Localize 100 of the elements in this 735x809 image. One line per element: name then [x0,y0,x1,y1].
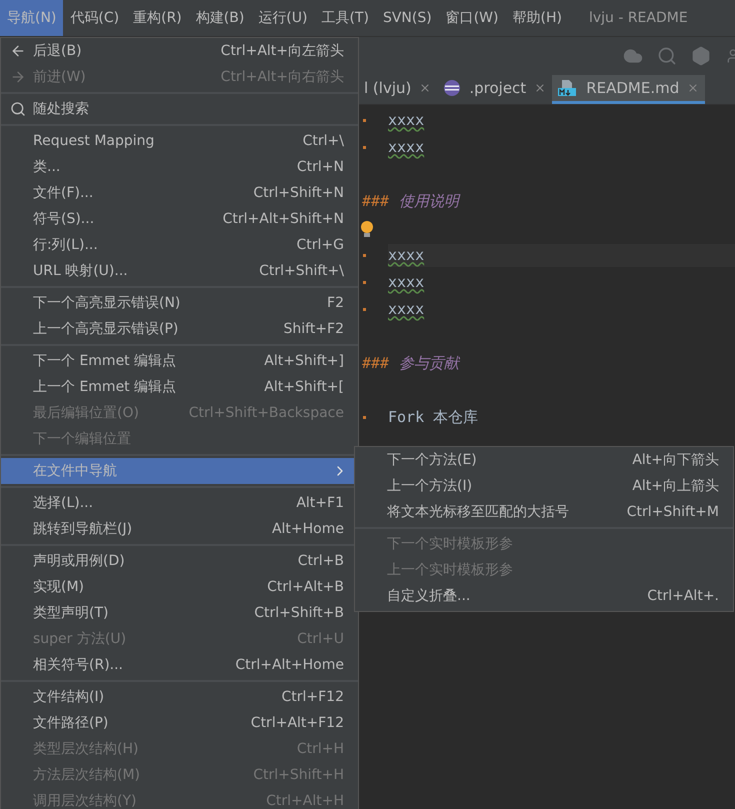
window-title: lvju - README [588,8,688,28]
list-item-text: xxxx [388,110,426,132]
menu-item[interactable]: 类... Ctrl+N [1,154,358,180]
menu-item-label: URL 映射(U)... [33,262,128,280]
menu-item[interactable]: 上一个高亮显示错误(P) Shift+F2 [1,316,358,342]
list-item-text: Fork 本仓库 [388,407,480,428]
shortcut-label: Ctrl+Shift+H [253,766,344,784]
menu-item[interactable]: 下一个方法(E) Alt+向下箭头 [355,447,733,473]
menu-item-label: 自定义折叠... [387,586,470,606]
bullet-marker-icon [363,254,366,257]
heading-marker: ### [362,353,390,374]
search-icon[interactable] [657,46,677,66]
editor-tab[interactable]: .project [437,75,552,104]
menu-bar-item[interactable]: 重构(R) [126,0,189,36]
shortcut-label: Ctrl+Alt+Home [235,656,344,674]
list-item-text: xxxx [388,299,426,320]
menu-item[interactable]: 相关符号(R)... Ctrl+Alt+Home [1,652,358,678]
menu-item-label: 上一个 Emmet 编辑点 [33,378,176,396]
menu-item-label: 跳转到导航栏(J) [33,520,132,538]
bullet-marker-icon [363,416,366,419]
menu-item[interactable]: URL 映射(U)... Ctrl+Shift+\ [1,258,358,284]
search-icon [10,101,26,117]
menu-item-label: 上一个方法(I) [387,476,472,496]
list-item-text: xxxx [388,137,426,158]
menu-item-label: 类型声明(T) [33,604,108,622]
shortcut-label: Alt+F1 [296,494,344,512]
shortcut-label: Ctrl+U [297,630,344,648]
menu-item-label: 实现(M) [33,578,84,596]
menu-item-label: 文件结构(I) [33,688,104,706]
menu-item[interactable]: 将文本光标移至匹配的大括号 Ctrl+Shift+M [355,499,733,525]
menu-item[interactable]: 行:列(L)... Ctrl+G [1,232,358,258]
menu-item-label: super 方法(U) [33,630,126,648]
shortcut-label: Ctrl+Alt+Shift+N [222,210,344,228]
editor-tab[interactable]: l (lvju) [358,75,438,104]
menu-item[interactable]: 文件路径(P) Ctrl+Alt+F12 [1,710,358,736]
menu-item[interactable]: 文件结构(I) Ctrl+F12 [1,684,358,710]
tab-label: README.md [586,78,680,99]
heading-text: 参与贡献 [399,353,460,374]
bullet-marker-icon [363,146,366,149]
menu-item[interactable]: 随处搜索 [1,96,358,122]
menu-item[interactable]: 实现(M) Ctrl+Alt+B [1,574,358,600]
menu-item-label: 上一个高亮显示错误(P) [33,320,178,338]
menu-item-label: 文件(F)... [33,184,94,202]
shortcut-label: F2 [327,294,344,312]
menu-bar-item[interactable]: SVN(S) [376,0,439,36]
menu-item[interactable]: 文件(F)... Ctrl+Shift+N [1,180,358,206]
menu-item[interactable]: Request Mapping Ctrl+\ [1,128,358,154]
shortcut-label: Alt+Home [272,520,344,538]
bullet-marker-icon [363,308,366,311]
menu-item[interactable]: 自定义折叠... Ctrl+Alt+. [355,583,733,609]
menu-bar-item[interactable]: 构建(B) [188,0,252,36]
menu-item[interactable]: 上一个 Emmet 编辑点 Alt+Shift+[ [1,374,358,400]
shortcut-label: Ctrl+Alt+向右箭头 [220,68,344,86]
bullet-marker-icon [363,281,366,284]
heading-text: 使用说明 [399,191,460,212]
menu-item[interactable]: 选择(L)... Alt+F1 [1,490,358,516]
lightbulb-icon [360,220,374,238]
shortcut-label: Ctrl+G [296,236,344,254]
menu-item[interactable]: 类型声明(T) Ctrl+Shift+B [1,600,358,626]
menu-item-label: 随处搜索 [33,100,89,118]
menu-item-label: 将文本光标移至匹配的大括号 [387,502,569,522]
menu-bar-item[interactable]: 运行(U) [251,0,314,36]
menu-item-label: 符号(S)... [33,210,94,228]
shortcut-label: Ctrl+Shift+\ [259,262,344,280]
menu-item-label: 调用层次结构(Y) [33,792,136,809]
shortcut-label: Ctrl+B [298,552,344,570]
menu-item[interactable]: 后退(B) Ctrl+Alt+向左箭头 [1,38,358,64]
hexagon-icon[interactable] [691,46,711,66]
menu-bar-item[interactable]: 工具(T) [314,0,376,36]
menu-item[interactable]: 上一个方法(I) Alt+向上箭头 [355,473,733,499]
editor-tab[interactable]: README.md [552,75,706,104]
menu-item[interactable]: 下一个高亮显示错误(N) F2 [1,290,358,316]
list-item-text: xxxx [388,244,735,267]
menu-item-label: 上一个实时模板形参 [387,560,513,580]
menu-bar-item[interactable]: 代码(C) [63,0,126,36]
shortcut-label: Ctrl+Alt+向左箭头 [220,42,344,60]
shortcut-label: Alt+向上箭头 [632,476,719,496]
shortcut-label: Ctrl+Shift+Backspace [188,404,344,422]
shortcut-label: Alt+向下箭头 [632,450,719,470]
close-icon[interactable] [534,82,546,94]
close-icon[interactable] [687,82,700,94]
menu-item-label: 下一个实时模板形参 [387,534,513,554]
menu-item-label: 类型层次结构(H) [33,740,138,758]
shortcut-label: Ctrl+Alt+. [647,586,719,606]
tab-label: .project [469,78,526,99]
shortcut-label: Alt+Shift+[ [264,378,344,396]
menu-bar-item[interactable]: 窗口(W) [438,0,506,36]
shortcut-label: Ctrl+Alt+H [266,792,344,809]
menu-item[interactable]: 声明或用例(D) Ctrl+B [1,548,358,574]
menu-item-label: 选择(L)... [33,494,94,512]
shortcut-label: Ctrl+Shift+N [253,184,344,202]
menu-bar-item[interactable]: 帮助(H) [505,0,569,36]
menu-item[interactable]: 跳转到导航栏(J) Alt+Home [1,516,358,542]
menu-item-label: 相关符号(R)... [33,656,124,674]
menu-item[interactable]: 下一个 Emmet 编辑点 Alt+Shift+] [1,348,358,374]
close-icon[interactable] [419,82,432,94]
menu-item-label: 下一个高亮显示错误(N) [33,294,180,312]
shortcut-label: Shift+F2 [283,320,344,338]
markdown-file-icon [558,79,578,97]
menu-item[interactable]: 符号(S)... Ctrl+Alt+Shift+N [1,206,358,232]
